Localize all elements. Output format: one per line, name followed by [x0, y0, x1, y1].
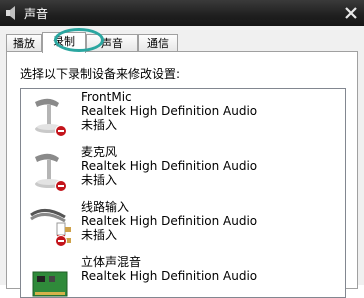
device-status: 未插入 [81, 228, 118, 242]
disconnected-badge [55, 180, 67, 192]
tab-sounds[interactable]: 声音 [86, 34, 138, 51]
speaker-icon [6, 6, 15, 20]
recording-panel: 选择以下录制设备来修改设置: FrontMic Realtek High Def… [6, 51, 358, 298]
device-item-frontmic[interactable]: FrontMic Realtek High Definition Audio 未… [21, 89, 345, 144]
tab-label: 声音 [101, 37, 123, 50]
device-item-line-in[interactable]: 线路输入 Realtek High Definition Audio 未插入 [21, 199, 345, 254]
sound-card-icon [32, 271, 68, 297]
tab-label: 通信 [147, 37, 169, 50]
tab-recording[interactable]: 录制 [42, 32, 86, 53]
device-status: 未插入 [81, 118, 118, 132]
sound-dialog: 播放 录制 声音 通信 选择以下录制设备来修改设置: FrontMic Real… [0, 26, 364, 298]
instruction-text: 选择以下录制设备来修改设置: [20, 67, 181, 81]
device-description: Realtek High Definition Audio [81, 159, 258, 173]
disconnected-badge [55, 125, 67, 137]
tab-communications[interactable]: 通信 [138, 34, 178, 51]
window-title: 声音 [24, 7, 49, 21]
device-name: 立体声混音 [81, 255, 142, 269]
device-description: Realtek High Definition Audio [81, 214, 258, 228]
device-description: Realtek High Definition Audio [81, 104, 258, 118]
tab-label: 录制 [53, 35, 75, 48]
device-name: 线路输入 [81, 200, 130, 214]
device-description: Realtek High Definition Audio [81, 269, 258, 283]
device-list[interactable]: FrontMic Realtek High Definition Audio 未… [20, 88, 346, 298]
title-bar: 声音 [0, 0, 364, 27]
device-item-stereo-mix[interactable]: 立体声混音 Realtek High Definition Audio [21, 254, 345, 297]
device-name: 麦克风 [81, 145, 118, 159]
tab-label: 播放 [13, 37, 35, 50]
disconnected-badge [55, 235, 67, 247]
close-icon[interactable] [342, 4, 360, 22]
device-name: FrontMic [81, 90, 132, 104]
device-status: 未插入 [81, 173, 118, 187]
device-item-microphone[interactable]: 麦克风 Realtek High Definition Audio 未插入 [21, 144, 345, 199]
tab-playback[interactable]: 播放 [6, 34, 42, 51]
